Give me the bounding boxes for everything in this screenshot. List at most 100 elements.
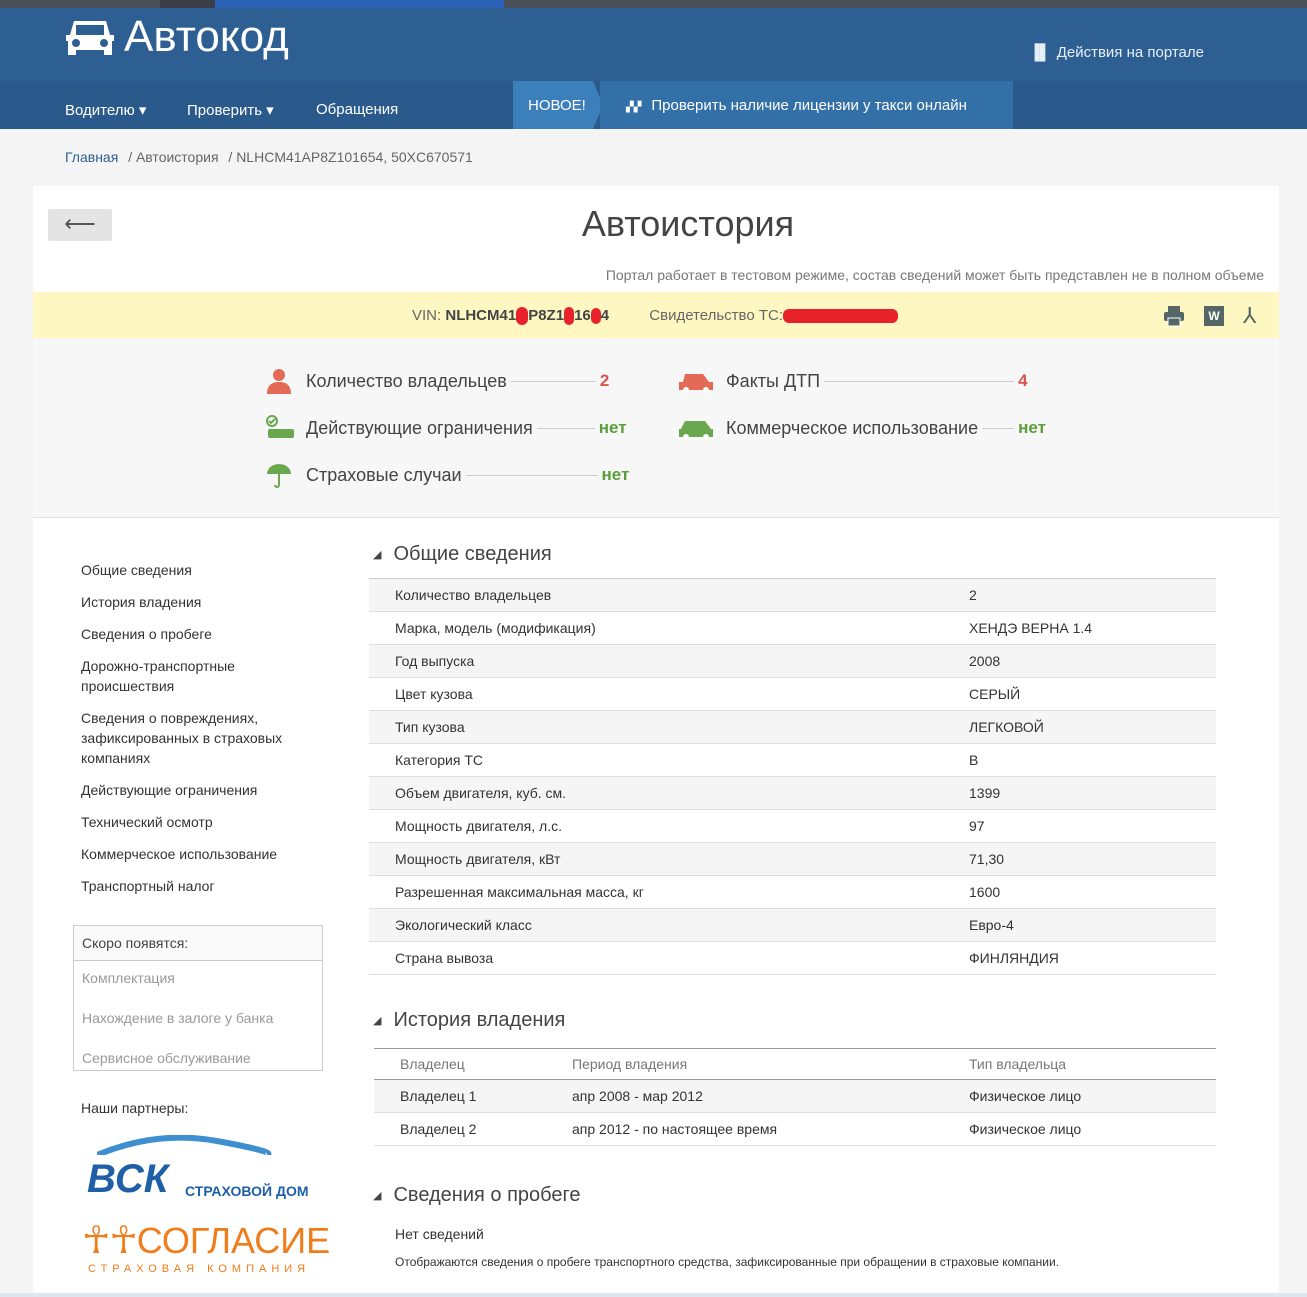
table-row: Экологический класс Евро-4	[369, 908, 1216, 942]
table-row: Разрешенная максимальная масса, кг 1600	[369, 875, 1216, 909]
summary-label: Факты ДТП	[726, 370, 821, 391]
row-value: 71,30	[943, 842, 1216, 876]
summary-value: 2	[599, 371, 610, 390]
summary-owners[interactable]: Количество владельцев 2	[265, 368, 609, 394]
crashed-car-icon	[679, 374, 713, 393]
soglasie-sub: СТРАХОВАЯ КОМПАНИЯ	[88, 1263, 311, 1275]
row-label: Объем двигателя, куб. см.	[369, 776, 943, 810]
table-row: Мощность двигателя, л.с. 97	[369, 809, 1216, 843]
section-general-title[interactable]: Общие сведения	[373, 543, 551, 566]
row-value: ФИНЛЯНДИЯ	[943, 941, 1216, 975]
row-label: Разрешенная максимальная масса, кг	[369, 875, 943, 909]
mileage-desc: Отображаются сведения о пробеге транспор…	[395, 1255, 1060, 1269]
row-label: Марка, модель (модификация)	[369, 611, 943, 645]
breadcrumb-home[interactable]: Главная	[65, 149, 118, 165]
summary-insurance[interactable]: Страховые случаи нет	[265, 462, 629, 488]
taxi-license-link[interactable]: ▞▞ Проверить наличие лицензии у такси онл…	[600, 81, 1013, 129]
table-row: Год выпуска 2008	[369, 644, 1216, 678]
test-mode-note: Портал работает в тестовом режиме, соста…	[605, 267, 1264, 283]
sidebar-item-accidents[interactable]: Дорожно-транспортные происшествия	[81, 656, 261, 696]
cell: Владелец 2	[374, 1112, 546, 1146]
row-label: Год выпуска	[369, 644, 943, 678]
summary-label: Количество владельцев	[306, 370, 507, 391]
table-row: Цвет кузова СЕРЫЙ	[369, 677, 1216, 711]
row-value: 2	[943, 578, 1216, 612]
soglasie-logo[interactable]: ☥☥СОГЛАСИЕ СТРАХОВАЯ КОМПАНИЯ	[82, 1218, 330, 1275]
nav-driver[interactable]: Водителю ▾	[65, 101, 146, 119]
table-row: Страна вывоза ФИНЛЯНДИЯ	[369, 941, 1216, 975]
summary-accidents[interactable]: Факты ДТП 4	[677, 368, 1028, 394]
summary-commercial[interactable]: Коммерческое использование нет	[677, 415, 1046, 441]
summary-label: Коммерческое использование	[726, 417, 979, 438]
row-label: Страна вывоза	[369, 941, 943, 975]
logo[interactable]: Автокод	[64, 12, 289, 62]
row-value: ЛЕГКОВОЙ	[943, 710, 1216, 744]
word-export-icon[interactable]: W	[1204, 306, 1224, 326]
sidebar-item-commercial[interactable]: Коммерческое использование	[81, 844, 277, 864]
pdf-icon[interactable]: ⅄	[1243, 303, 1256, 329]
partners-label: Наши партнеры:	[81, 1100, 189, 1116]
mileage-none: Нет сведений	[395, 1226, 484, 1242]
vsk-text: ВСК	[87, 1157, 169, 1201]
sidebar-item-ownership[interactable]: История владения	[81, 592, 201, 612]
row-value: Евро-4	[943, 908, 1216, 942]
nav-appeals[interactable]: Обращения	[316, 101, 398, 118]
summary-restrictions[interactable]: Действующие ограничения нет	[265, 415, 627, 441]
table-row: Владелец 1 апр 2008 - мар 2012 Физическое …	[374, 1079, 1216, 1113]
general-table: Количество владельцев 2 Марка, модель (мод…	[369, 578, 1216, 975]
summary-value: 4	[1018, 371, 1028, 390]
table-row: Объем двигателя, куб. см. 1399	[369, 776, 1216, 810]
breadcrumb-current: / NLHCM41AP8Z101654, 50XC670571	[228, 149, 473, 165]
summary-value: нет	[601, 465, 630, 484]
taxi-car-icon	[679, 421, 713, 440]
coming-soon-box: Скоро появятся: Комплектация Нахождение …	[73, 925, 323, 1071]
sidebar-item-restrictions[interactable]: Действующие ограничения	[81, 780, 257, 800]
sidebar-item-tax[interactable]: Транспортный налог	[81, 876, 215, 896]
summary-label: Страховые случаи	[306, 464, 462, 485]
table-row: Категория ТС B	[369, 743, 1216, 777]
row-value: СЕРЫЙ	[943, 677, 1216, 711]
row-value: 97	[943, 809, 1216, 843]
vin-value: NLHCM41 P8Z1 16 4	[445, 307, 610, 326]
row-label: Категория ТС	[369, 743, 943, 777]
table-row: Марка, модель (модификация) ХЕНДЭ ВЕРНА 1…	[369, 611, 1216, 645]
cell: Владелец 1	[374, 1079, 546, 1113]
nav-check[interactable]: Проверить ▾	[187, 101, 274, 119]
table-row: Мощность двигателя, кВт 71,30	[369, 842, 1216, 876]
row-label: Мощность двигателя, л.с.	[369, 809, 943, 843]
portal-actions-link[interactable]: ▐▌ Действия на портале	[1029, 44, 1204, 61]
page-title: Автоистория	[581, 203, 795, 244]
breadcrumb-section[interactable]: / Автоистория	[128, 149, 218, 165]
sidebar-item-general[interactable]: Общие сведения	[81, 560, 192, 580]
print-icon[interactable]	[1163, 305, 1185, 327]
ownership-table: Владелец Период владения Тип владельца Вл…	[374, 1048, 1216, 1146]
summary-panel	[33, 338, 1279, 518]
sidebar-item-mileage[interactable]: Сведения о пробеге	[81, 624, 212, 644]
logo-text: Автокод	[124, 12, 289, 61]
coming-soon-item: Сервисное обслуживание	[82, 1050, 251, 1066]
summary-value: нет	[1018, 418, 1046, 437]
col-header: Период владения	[546, 1048, 943, 1080]
browser-strip	[0, 0, 1307, 8]
vin-info: VIN: NLHCM41 P8Z1 16 4 Свидетельство ТС:	[412, 307, 898, 326]
coming-soon-item: Комплектация	[82, 970, 175, 986]
table-row: Владелец 2 апр 2012 - по настоящее время Ф…	[374, 1112, 1216, 1146]
table-row: Тип кузова ЛЕГКОВОЙ	[369, 710, 1216, 744]
cell: Физическое лицо	[943, 1112, 1216, 1146]
row-label: Экологический класс	[369, 908, 943, 942]
row-value: 1399	[943, 776, 1216, 810]
taxi-icon: ▞▞	[626, 102, 642, 113]
bottom-edge	[0, 1293, 1307, 1297]
umbrella-icon	[267, 464, 291, 488]
sidebar-item-damage[interactable]: Сведения о повреждениях, зафиксированных…	[81, 708, 301, 768]
sidebar-item-inspection[interactable]: Технический осмотр	[81, 812, 213, 832]
cert-label: Свидетельство ТС:	[649, 307, 783, 324]
row-value: ХЕНДЭ ВЕРНА 1.4	[943, 611, 1216, 645]
section-mileage-title[interactable]: Сведения о пробеге	[373, 1184, 580, 1207]
vsk-sub: СТРАХОВОЙ ДОМ	[185, 1183, 309, 1199]
soglasie-text: СОГЛАСИЕ	[136, 1220, 331, 1261]
summary-label: Действующие ограничения	[306, 417, 533, 438]
cell: апр 2012 - по настоящее время	[546, 1112, 943, 1146]
section-ownership-title[interactable]: История владения	[373, 1009, 565, 1032]
cert-redacted	[783, 309, 898, 324]
